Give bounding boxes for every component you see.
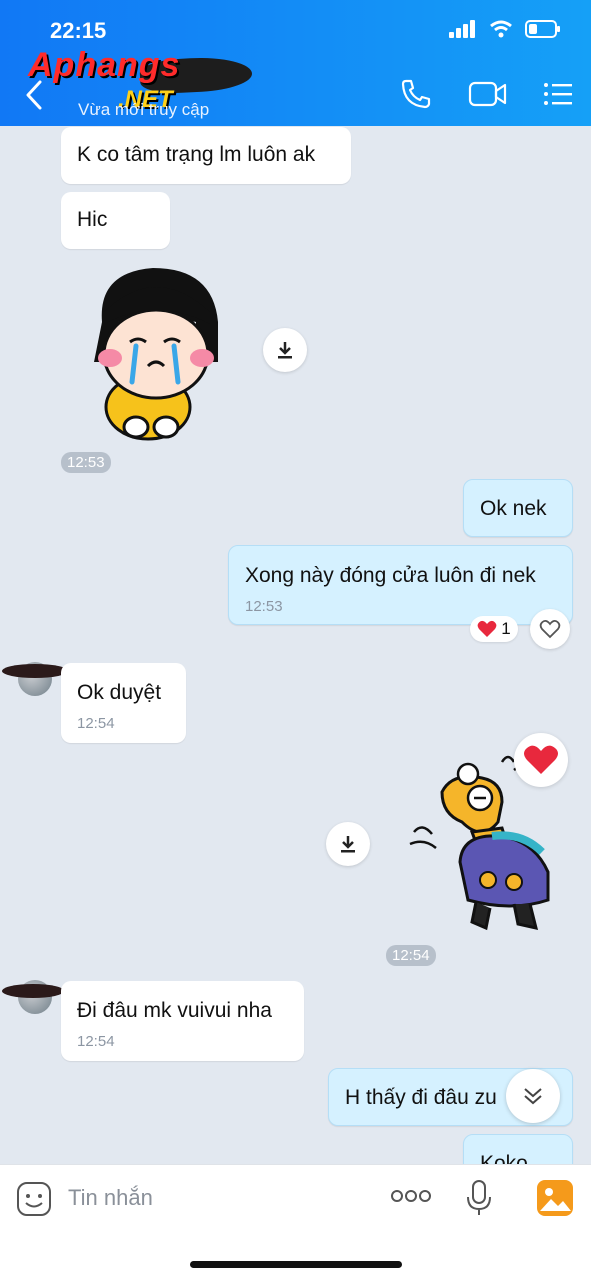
message-bubble-in[interactable]: Đi đâu mk vuivui nha 12:54 [61,981,304,1061]
message-bubble-in[interactable]: Ok duyệt 12:54 [61,663,186,743]
download-icon [278,342,292,359]
double-chevron-down-icon [524,1088,542,1105]
message-time: 12:54 [77,715,115,732]
watermark-logo: Aphangs [28,46,181,84]
signal-icon [449,20,475,38]
chat-header: 22:15 Aphangs .NET Vừa mới truy cập [0,0,591,126]
message-text: Ok nek [480,497,547,520]
scroll-to-bottom-button[interactable] [506,1069,560,1123]
message-time: 12:54 [77,1033,115,1050]
message-time: 12:53 [245,598,283,615]
image-gallery-icon[interactable] [536,1179,574,1217]
message-text: K co tâm trạng lm luôn ak [77,143,316,166]
message-bubble-in[interactable]: Hic [61,192,170,249]
message-text: Đi đâu mk vuivui nha [77,999,272,1022]
status-icons [449,20,561,38]
message-bubble-out[interactable]: Ok nek [463,479,573,537]
download-sticker-button[interactable] [326,822,370,866]
message-text: Ok duyệt [77,681,162,704]
message-time: 12:53 [61,452,111,473]
download-sticker-button[interactable] [263,328,307,372]
reaction-summary[interactable]: 1 [470,616,518,642]
crying-girl-sticker[interactable] [78,262,232,442]
message-time: 12:54 [386,945,436,966]
add-reaction-button[interactable] [530,609,570,649]
wifi-icon [490,20,512,38]
phone-call-icon[interactable] [400,78,432,110]
last-seen-status: Vừa mới truy cập [78,100,210,119]
reaction-count: 1 [501,619,511,638]
microphone-icon[interactable] [466,1179,492,1217]
battery-icon [525,20,560,38]
message-text: Xong này đóng cửa luôn đi nek [245,564,536,587]
video-call-icon[interactable] [468,78,508,110]
message-text: Hic [77,208,108,231]
avatar-redaction-scribble [2,984,64,998]
menu-list-icon[interactable] [542,78,574,110]
message-bubble-out[interactable]: Xong này đóng cửa luôn đi nek 12:53 [228,545,573,625]
message-text: H thấy đi đâu zu [345,1086,497,1109]
message-input[interactable]: Tin nhắn [68,1185,153,1211]
message-bubble-in[interactable]: K co tâm trạng lm luôn ak [61,127,351,184]
download-icon [341,836,355,853]
status-time: 22:15 [50,18,107,43]
avatar-redaction-scribble [2,664,68,678]
home-indicator [190,1261,402,1268]
heart-icon [524,745,558,774]
sticker-emoji-icon[interactable] [16,1181,52,1217]
heart-outline-icon [539,619,561,639]
reaction-heart-button[interactable] [514,733,568,787]
heart-icon [477,620,497,637]
more-options-icon[interactable] [390,1189,432,1203]
